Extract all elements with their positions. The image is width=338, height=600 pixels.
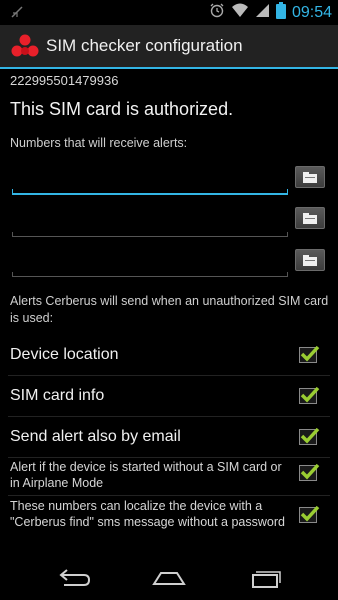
check-icon: [300, 505, 320, 522]
page-title: SIM checker configuration: [46, 36, 243, 55]
find-without-password-checkbox[interactable]: [299, 505, 320, 523]
contact-book-icon: [303, 255, 317, 266]
contact-picker-button-1[interactable]: [295, 166, 325, 188]
settings-content[interactable]: 222995501479936 This SIM card is authori…: [0, 69, 338, 556]
contact-book-icon: [303, 213, 317, 224]
phone-number-field-1[interactable]: [12, 169, 292, 197]
action-bar: SIM checker configuration: [0, 25, 338, 69]
signal-icon: [255, 2, 270, 23]
navigation-bar: [0, 556, 338, 600]
option-sim-card-info[interactable]: SIM card info: [0, 376, 338, 416]
option-find-without-password[interactable]: These numbers can localize the device wi…: [0, 496, 338, 552]
cerberus-logo-icon: [10, 33, 40, 59]
option-label: These numbers can localize the device wi…: [10, 499, 285, 529]
check-icon: [300, 463, 320, 480]
check-icon: [300, 427, 320, 444]
phone-number-input-3[interactable]: [12, 251, 292, 279]
wifi-icon: [231, 2, 249, 23]
option-label: Device location: [10, 346, 119, 363]
option-label: SIM card info: [10, 387, 105, 404]
send-email-checkbox[interactable]: [299, 427, 320, 445]
option-no-sim-alert[interactable]: Alert if the device is started without a…: [0, 458, 338, 498]
check-icon: [300, 386, 320, 403]
home-icon[interactable]: [151, 566, 187, 590]
option-label: Send alert also by email: [10, 428, 181, 445]
alarm-icon: [209, 2, 225, 23]
phone-number-field-3[interactable]: [12, 251, 292, 279]
option-label: Alert if the device is started without a…: [10, 460, 282, 490]
status-bar: 09:54: [0, 0, 338, 25]
contact-picker-button-2[interactable]: [295, 207, 325, 229]
numbers-label: Numbers that will receive alerts:: [10, 136, 188, 150]
check-icon: [300, 345, 320, 362]
status-time: 09:54: [291, 3, 332, 21]
no-sim-alert-checkbox[interactable]: [299, 463, 320, 481]
contact-picker-button-3[interactable]: [295, 249, 325, 271]
sim-status-text: This SIM card is authorized.: [10, 99, 234, 119]
battery-icon: [275, 1, 286, 24]
alerts-description: Alerts Cerberus will send when an unauth…: [10, 294, 329, 325]
contact-book-icon: [303, 172, 317, 183]
sim-card-info-checkbox[interactable]: [299, 386, 320, 404]
sim-serial-number: 222995501479936: [10, 73, 119, 88]
device-location-checkbox[interactable]: [299, 345, 320, 363]
back-icon[interactable]: [56, 566, 92, 590]
option-device-location[interactable]: Device location: [0, 335, 338, 375]
recent-apps-icon[interactable]: [247, 566, 283, 590]
option-send-email[interactable]: Send alert also by email: [0, 417, 338, 457]
notification-icon: [10, 5, 24, 19]
phone-number-field-2[interactable]: [12, 211, 292, 239]
phone-number-input-2[interactable]: [12, 211, 292, 239]
